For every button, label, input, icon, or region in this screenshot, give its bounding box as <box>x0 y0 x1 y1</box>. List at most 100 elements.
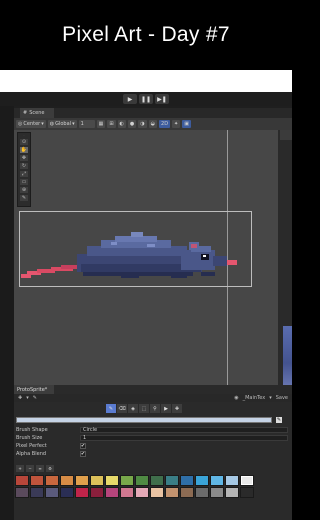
pixel-perfect-row: Pixel Perfect ✔ <box>16 442 288 449</box>
transform-tool-icon[interactable]: ⊕ <box>20 187 28 193</box>
play-button[interactable]: ▶ <box>123 94 137 104</box>
alpha-blend-checkbox[interactable]: ✔ <box>80 450 86 457</box>
palette-swatch[interactable] <box>210 487 224 498</box>
palette-swatch[interactable] <box>60 475 74 486</box>
palette-swatch[interactable] <box>90 475 104 486</box>
left-gutter <box>0 92 14 520</box>
palette-swatch[interactable] <box>75 475 89 486</box>
palette-swatch[interactable] <box>240 475 254 486</box>
pivot-label: Center <box>23 121 41 127</box>
mode-2d-toggle[interactable]: 2D <box>159 120 171 128</box>
pencil-tool-icon[interactable]: ✎ <box>106 404 116 413</box>
palette-swatch[interactable] <box>210 475 224 486</box>
palette-swatch[interactable] <box>90 487 104 498</box>
palette-swatch[interactable] <box>60 487 74 498</box>
chevron-down-icon[interactable]: ▾ <box>269 395 272 401</box>
right-preview-panel <box>278 130 292 388</box>
settings-icon[interactable]: ⚙ <box>46 465 54 472</box>
palette-swatch[interactable] <box>150 487 164 498</box>
unity-editor: ▶ ❚❚ ▶❚ # Scene ◎ Center ▾ ◍ Global ▾ 1 … <box>0 92 292 520</box>
palette-swatch[interactable] <box>45 487 59 498</box>
palette-swatch[interactable] <box>225 487 239 498</box>
lighting-icon[interactable]: ● <box>127 120 137 128</box>
step-button[interactable]: ▶❚ <box>155 94 169 104</box>
palette-swatch[interactable] <box>105 475 119 486</box>
rect-tool-icon[interactable]: ▭ <box>20 179 28 185</box>
tab-scene[interactable]: # Scene <box>20 108 54 118</box>
brush-shape-row: Brush Shape Circle <box>16 426 288 433</box>
palette-swatch[interactable] <box>240 487 254 498</box>
protosprite-header: ✚ ▾ ✎ ◉ _MainTex ▾ Save <box>14 394 292 402</box>
grid-icon[interactable]: ▦ <box>96 120 106 128</box>
snap-icon[interactable]: ⊞ <box>107 120 116 128</box>
camera-icon[interactable]: ▣ <box>182 120 191 128</box>
space-dropdown[interactable]: ◍ Global ▾ <box>47 120 77 128</box>
eyedropper-icon[interactable]: ✎ <box>276 417 282 423</box>
chevron-down-icon[interactable]: ▾ <box>26 395 29 401</box>
rotate-tool-icon[interactable]: ↻ <box>20 163 28 169</box>
hand-tool-icon[interactable]: ✋ <box>20 147 28 153</box>
add-tool-icon[interactable]: ✚ <box>172 404 182 413</box>
palette-swatch[interactable] <box>15 475 29 486</box>
palette-swatch[interactable] <box>225 475 239 486</box>
palette-swatch[interactable] <box>120 487 134 498</box>
scale-tool-icon[interactable]: ⤢ <box>20 171 28 177</box>
add-color-icon[interactable]: + <box>16 465 24 472</box>
custom-tool-icon[interactable]: ✎ <box>20 195 28 201</box>
menu-icon[interactable]: ≡ <box>36 465 44 472</box>
tab-scene-label: Scene <box>29 110 45 116</box>
current-color-field[interactable] <box>16 417 272 423</box>
save-button[interactable]: Save <box>276 395 288 401</box>
scene-toolbar: ◎ Center ▾ ◍ Global ▾ 1 ▦ ⊞ ◐ ● ◑ ◒ 2D ✦… <box>14 118 292 130</box>
scene-view[interactable]: · ⊙ ✋ ✥ ↻ ⤢ ▭ ⊕ ✎ <box>14 130 278 421</box>
texture-dropdown[interactable]: _MainTex <box>243 395 266 401</box>
palette-swatch[interactable] <box>30 475 44 486</box>
pivot-icon: ◎ <box>18 121 23 127</box>
audio-icon[interactable]: ◒ <box>148 120 158 128</box>
brush-size-field[interactable]: 1 <box>80 434 288 441</box>
palette-swatch[interactable] <box>195 475 209 486</box>
palette-controls: + − ≡ ⚙ <box>16 465 54 472</box>
eraser-tool-icon[interactable]: ⌫ <box>117 404 127 413</box>
palette-swatch[interactable] <box>75 487 89 498</box>
globe-icon: ◍ <box>49 121 55 127</box>
palette-swatch[interactable] <box>165 487 179 498</box>
space-label: Global <box>55 121 72 127</box>
remove-color-icon[interactable]: − <box>26 465 34 472</box>
playback-controls: ▶ ❚❚ ▶❚ <box>0 92 292 106</box>
scene-icon: # <box>23 110 28 116</box>
paint-tools: ✎ ⌫ ◈ ⬚ ⚲ ▶ ✚ <box>106 404 182 413</box>
brush-icon[interactable]: ✎ <box>33 395 37 401</box>
palette-swatch[interactable] <box>30 487 44 498</box>
eye-icon[interactable]: ◉ <box>234 395 238 401</box>
add-icon[interactable]: ✚ <box>18 395 22 401</box>
scene-tool-panel: · ⊙ ✋ ✥ ↻ ⤢ ▭ ⊕ ✎ <box>17 132 31 207</box>
palette-swatch[interactable] <box>15 487 29 498</box>
grid-snap-field[interactable]: 1 <box>78 120 95 128</box>
move-tool-icon[interactable]: ✥ <box>20 155 28 161</box>
shading-icon[interactable]: ◐ <box>117 120 126 128</box>
palette-swatch[interactable] <box>165 475 179 486</box>
brush-shape-dropdown[interactable]: Circle <box>80 426 288 433</box>
palette-swatch[interactable] <box>45 475 59 486</box>
pixel-perfect-label: Pixel Perfect <box>16 442 47 449</box>
palette-swatch[interactable] <box>195 487 209 498</box>
play-tool-icon[interactable]: ▶ <box>161 404 171 413</box>
palette-swatch[interactable] <box>120 475 134 486</box>
pivot-dropdown[interactable]: ◎ Center ▾ <box>16 120 46 128</box>
effects-icon[interactable]: ◑ <box>138 120 147 128</box>
palette-swatch[interactable] <box>135 487 149 498</box>
palette-swatch[interactable] <box>150 475 164 486</box>
palette-swatch[interactable] <box>180 487 194 498</box>
picker-tool-icon[interactable]: ⚲ <box>150 404 160 413</box>
view-tool-icon[interactable]: ⊙ <box>20 139 28 145</box>
palette-swatch[interactable] <box>180 475 194 486</box>
pixel-perfect-checkbox[interactable]: ✔ <box>80 442 86 449</box>
palette-swatch[interactable] <box>105 487 119 498</box>
select-tool-icon[interactable]: ⬚ <box>139 404 149 413</box>
gizmos-icon[interactable]: ✦ <box>172 120 181 128</box>
fill-tool-icon[interactable]: ◈ <box>128 404 138 413</box>
pause-button[interactable]: ❚❚ <box>139 94 153 104</box>
tab-protosprite[interactable]: ProtoSprite* <box>14 385 54 394</box>
palette-swatch[interactable] <box>135 475 149 486</box>
